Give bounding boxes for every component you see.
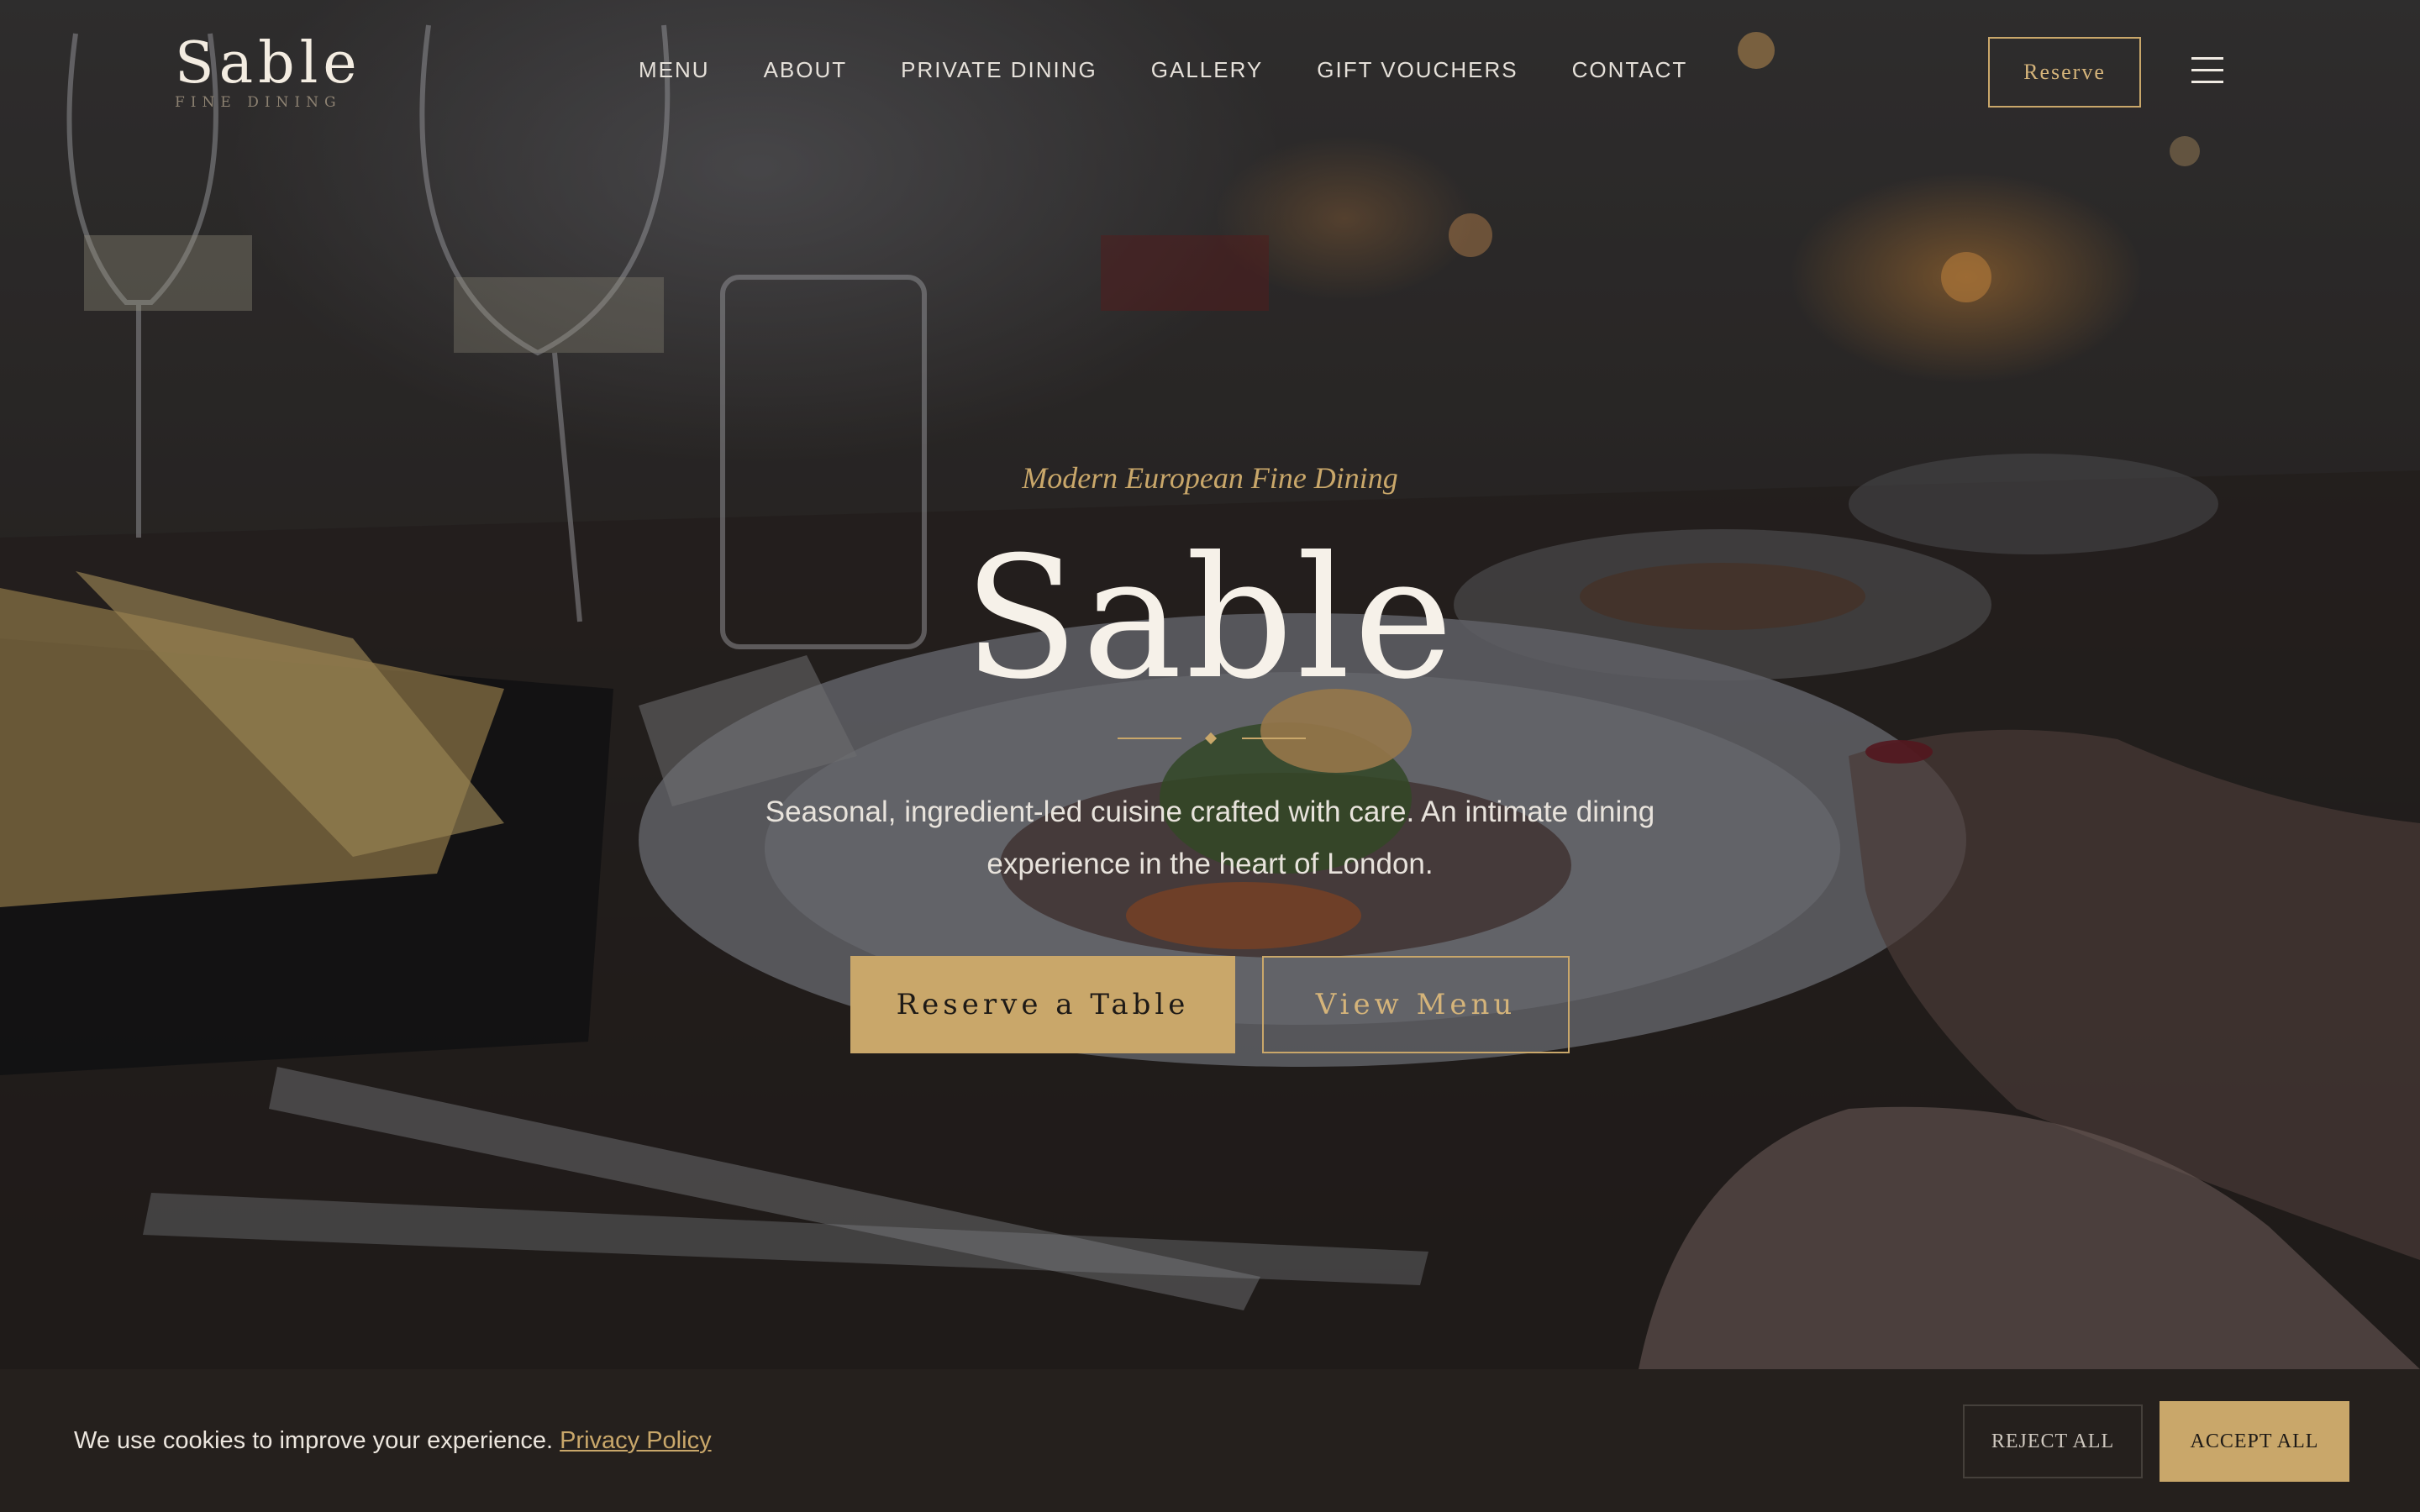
nav-item-menu[interactable]: MENU [639, 57, 710, 83]
logo-subtitle: FINE DINING [175, 94, 342, 111]
ornament-divider [1118, 732, 1306, 745]
hero-tagline: Modern European Fine Dining [1022, 461, 1398, 495]
main-nav: MENU ABOUT PRIVATE DINING GALLERY GIFT V… [639, 57, 1687, 83]
reject-all-button[interactable]: REJECT ALL [1963, 1404, 2143, 1478]
nav-item-contact[interactable]: CONTACT [1572, 57, 1688, 83]
hamburger-icon[interactable] [2191, 57, 2223, 87]
cookie-message: We use cookies to improve your experienc… [74, 1426, 554, 1454]
diamond-icon [1204, 732, 1218, 745]
cookie-banner: We use cookies to improve your experienc… [0, 1369, 2420, 1512]
view-menu-button[interactable]: View Menu [1262, 956, 1570, 1053]
header-reserve-button[interactable]: Reserve [1988, 37, 2141, 108]
nav-item-gallery[interactable]: GALLERY [1151, 57, 1263, 83]
reserve-table-button[interactable]: Reserve a Table [850, 956, 1235, 1053]
site-logo[interactable]: Sable FINE DINING [175, 30, 362, 111]
accept-all-button[interactable]: ACCEPT ALL [2160, 1401, 2349, 1482]
cookie-message-row: We use cookies to improve your experienc… [74, 1369, 712, 1512]
nav-item-gift-vouchers[interactable]: GIFT VOUCHERS [1317, 57, 1518, 83]
nav-item-private-dining[interactable]: PRIVATE DINING [901, 57, 1097, 83]
hero-subtitle: Seasonal, ingredient-led cuisine crafted… [765, 795, 1655, 880]
nav-item-about[interactable]: ABOUT [764, 57, 848, 83]
privacy-policy-link[interactable]: Privacy Policy [560, 1427, 712, 1455]
logo-name: Sable [175, 30, 362, 97]
hero-title: Sable [963, 521, 1457, 717]
